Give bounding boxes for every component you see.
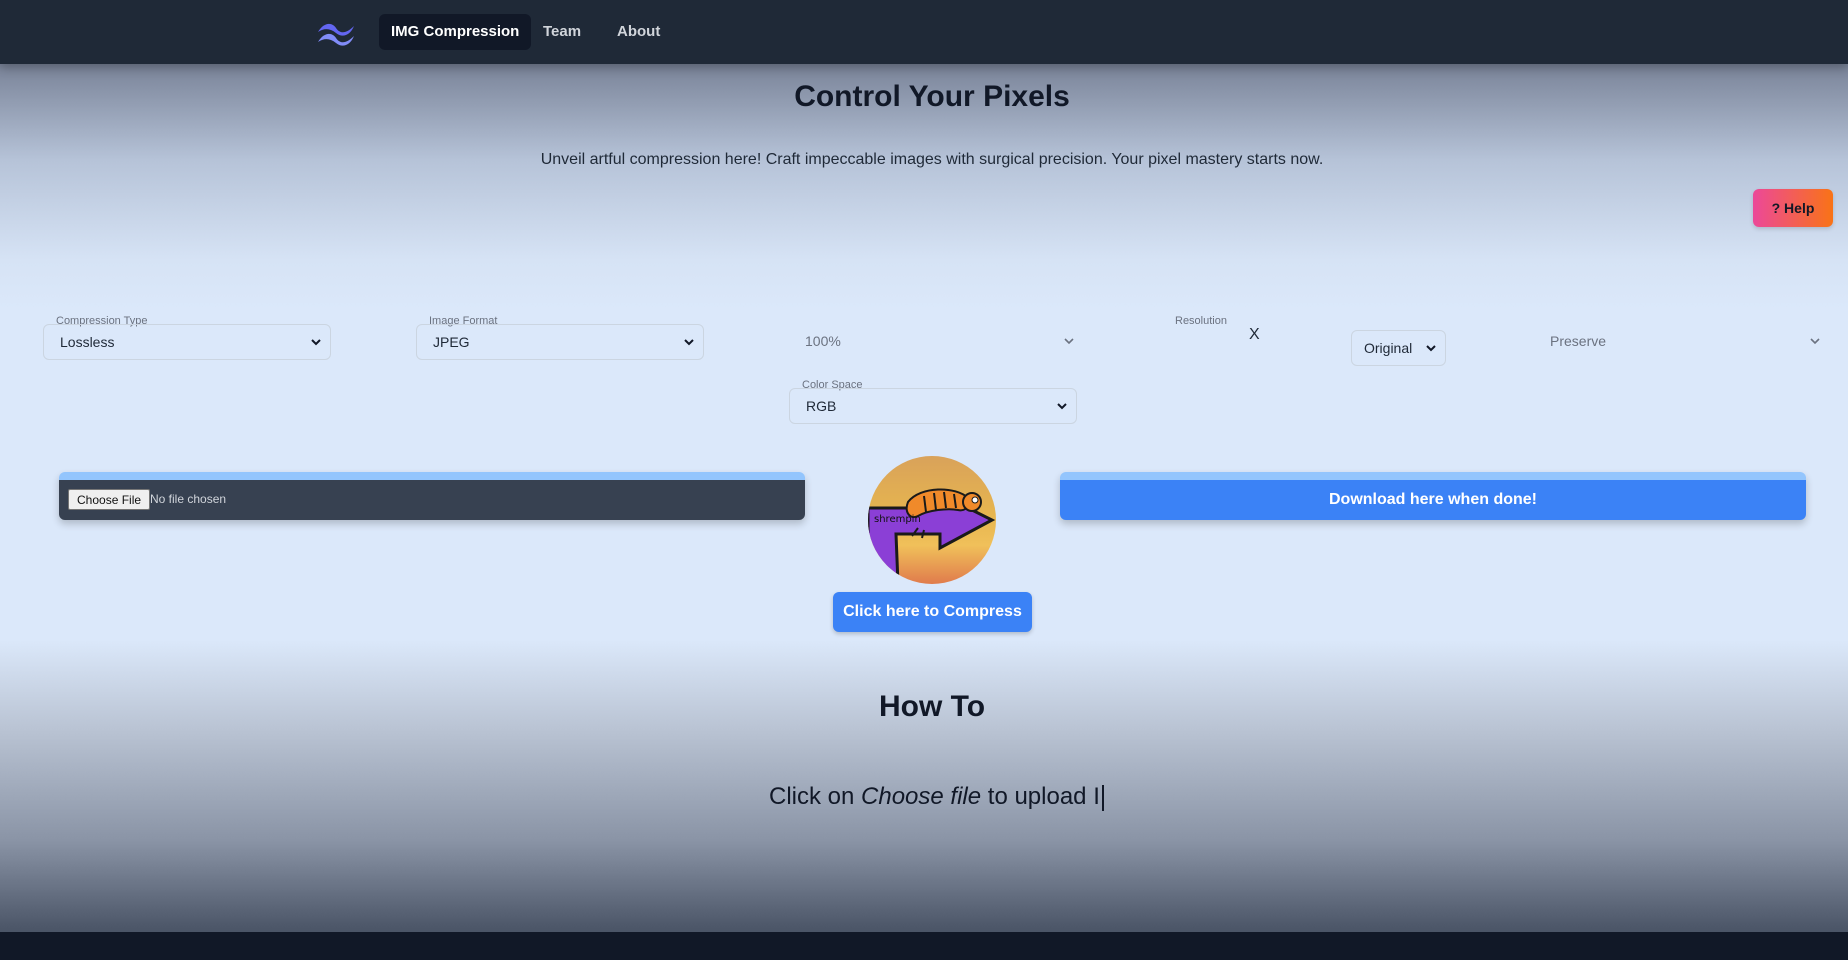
howto-text-before: Click on bbox=[769, 783, 862, 810]
chevron-down-icon bbox=[1426, 345, 1436, 352]
help-button[interactable]: ? Help bbox=[1753, 189, 1833, 227]
typing-caret bbox=[1101, 784, 1104, 811]
image-format-select[interactable]: JPEG bbox=[416, 324, 704, 360]
page-subtitle: Unveil artful compression here! Craft im… bbox=[540, 151, 1324, 168]
resolution-separator: X bbox=[1249, 326, 1260, 343]
howto-title: How To bbox=[878, 690, 986, 723]
color-space-value: RGB bbox=[806, 398, 837, 414]
resolution-label: Resolution bbox=[1175, 315, 1227, 327]
metadata-value: Preserve bbox=[1550, 333, 1607, 349]
quality-value: 100% bbox=[805, 333, 841, 349]
chevron-down-icon bbox=[684, 339, 694, 346]
mascot-caption: shrempin bbox=[874, 514, 921, 525]
image-format-value: JPEG bbox=[433, 334, 470, 350]
nav-item-team[interactable]: Team bbox=[531, 14, 593, 50]
download-button[interactable]: Download here when done! bbox=[1060, 472, 1806, 520]
chevron-down-icon bbox=[311, 339, 321, 346]
nav-item-about[interactable]: About bbox=[605, 14, 672, 50]
howto-text: Click on Choose file to upload I bbox=[769, 783, 1104, 811]
compression-type-select[interactable]: Lossless bbox=[43, 324, 331, 360]
compression-type-value: Lossless bbox=[60, 334, 115, 350]
resolution-preset-select[interactable]: Original bbox=[1351, 330, 1446, 366]
compress-button[interactable]: Click here to Compress bbox=[833, 592, 1032, 632]
howto-text-after: to upload I bbox=[981, 783, 1100, 810]
page-title: Control Your Pixels bbox=[794, 80, 1070, 113]
resolution-preset-value: Original bbox=[1364, 340, 1413, 356]
color-space-select[interactable]: RGB bbox=[789, 388, 1077, 424]
nav-item-img-compression[interactable]: IMG Compression bbox=[379, 14, 532, 50]
chevron-down-icon bbox=[1057, 403, 1067, 410]
top-nav: IMG Compression Team About bbox=[0, 0, 1848, 64]
mascot-image: shrempin bbox=[868, 456, 996, 584]
tailwind-waves-icon[interactable] bbox=[316, 18, 356, 46]
choose-file-button[interactable]: Choose File bbox=[68, 489, 151, 510]
chevron-down-icon bbox=[1064, 338, 1074, 345]
quality-select[interactable]: 100% bbox=[805, 327, 1075, 355]
footer-bar bbox=[0, 932, 1848, 960]
chevron-down-icon bbox=[1810, 338, 1820, 345]
file-status-text: No file chosen bbox=[150, 492, 227, 506]
file-upload-bar[interactable]: Choose File No file chosen bbox=[59, 472, 805, 520]
metadata-select[interactable]: Preserve bbox=[1550, 327, 1821, 355]
howto-text-emphasis: Choose file bbox=[861, 783, 982, 810]
